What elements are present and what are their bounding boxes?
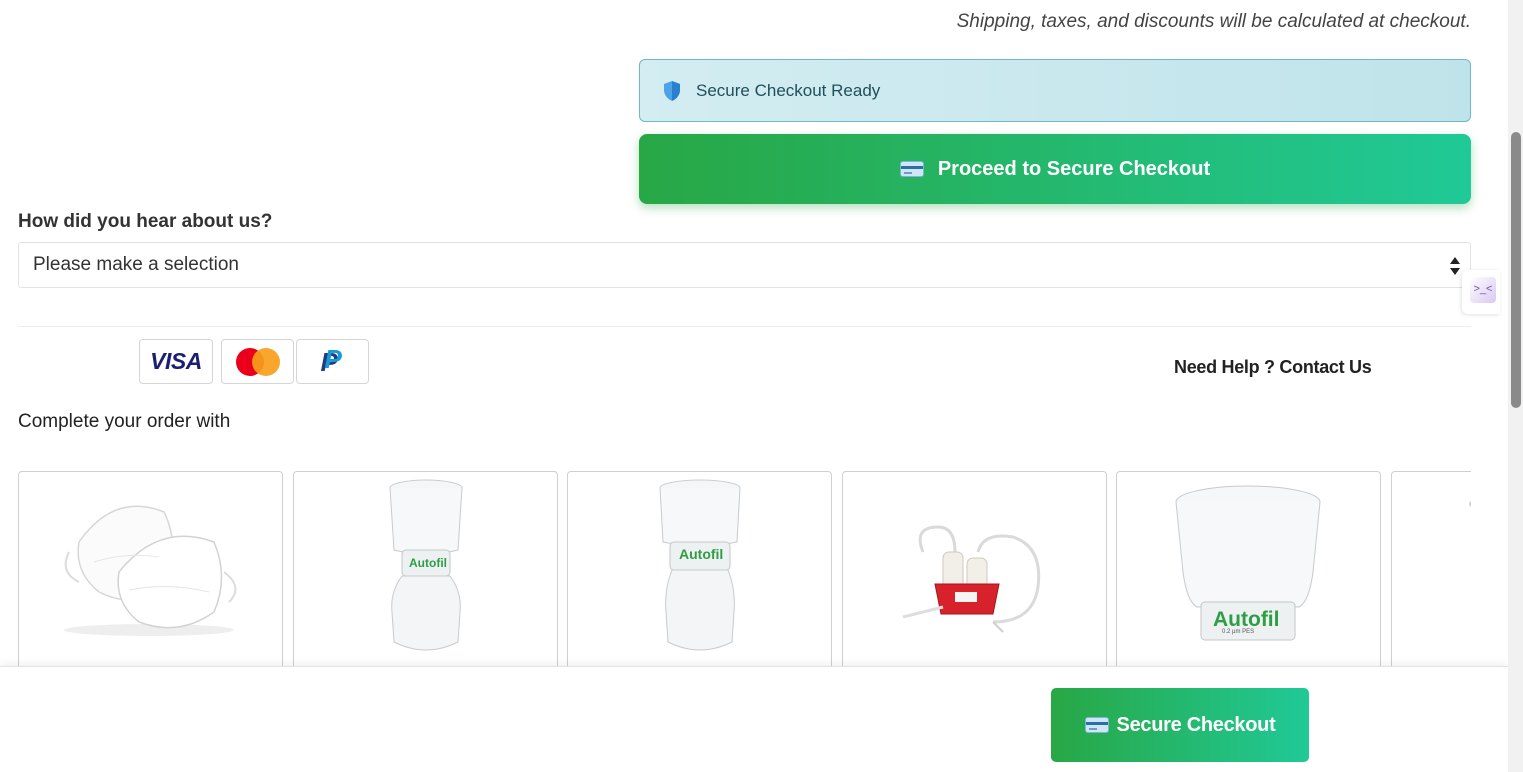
proceed-to-checkout-button[interactable]: Proceed to Secure Checkout xyxy=(639,134,1471,204)
shipping-note: Shipping, taxes, and discounts will be c… xyxy=(956,11,1471,32)
referral-selected-value: Please make a selection xyxy=(33,254,239,275)
mastercard-icon xyxy=(235,347,280,376)
select-arrows-icon xyxy=(1450,256,1460,276)
product-brand-text: Autofil xyxy=(679,546,724,562)
product-card[interactable] xyxy=(842,471,1107,671)
credit-card-icon xyxy=(1084,717,1109,733)
filter-bottle-image xyxy=(659,479,741,651)
product-card[interactable] xyxy=(1391,471,1471,671)
product-subtext: 0.2 µm PES xyxy=(1222,629,1255,635)
secure-ready-text: Secure Checkout Ready xyxy=(696,80,881,100)
visa-logo-text: VISA xyxy=(150,348,202,374)
mastercard-logo xyxy=(221,339,294,384)
credit-card-icon xyxy=(899,161,924,177)
referral-label: How did you hear about us? xyxy=(18,211,273,232)
proceed-to-checkout-label: Proceed to Secure Checkout xyxy=(937,157,1211,180)
sticky-secure-checkout-button[interactable]: Secure Checkout xyxy=(1051,688,1309,762)
upsell-heading: Complete your order with xyxy=(18,411,231,432)
side-chat-widget[interactable]: >_< xyxy=(1462,270,1500,314)
shield-icon xyxy=(664,80,680,101)
face-mask-image xyxy=(64,505,237,636)
product-card[interactable] xyxy=(18,471,283,671)
filter-bottle-image xyxy=(389,479,463,651)
contact-us-link[interactable]: Need Help ? Contact Us xyxy=(1174,357,1372,378)
aspiration-system-image xyxy=(902,525,1041,633)
product-image xyxy=(1469,501,1471,507)
secure-checkout-label: Secure Checkout xyxy=(1116,713,1276,736)
secure-checkout-ready-banner: Secure Checkout Ready xyxy=(639,59,1471,122)
widget-icon: >_< xyxy=(1470,277,1496,303)
paypal-icon: PP xyxy=(320,343,342,377)
upsell-product-carousel: Autofil Autofil Autofil 0.2 µm PES xyxy=(18,471,1471,671)
product-brand-text: Autofil xyxy=(409,556,447,570)
paypal-logo: PP xyxy=(296,339,369,384)
product-card[interactable]: Autofil xyxy=(567,471,832,671)
visa-logo: VISA xyxy=(139,339,213,384)
scrollbar-thumb[interactable] xyxy=(1511,132,1521,408)
product-card[interactable]: Autofil xyxy=(293,471,558,671)
filter-funnel-image xyxy=(1175,485,1321,641)
referral-select[interactable]: Please make a selection xyxy=(18,242,1471,288)
product-card[interactable]: Autofil 0.2 µm PES xyxy=(1116,471,1381,671)
divider xyxy=(18,326,1471,327)
